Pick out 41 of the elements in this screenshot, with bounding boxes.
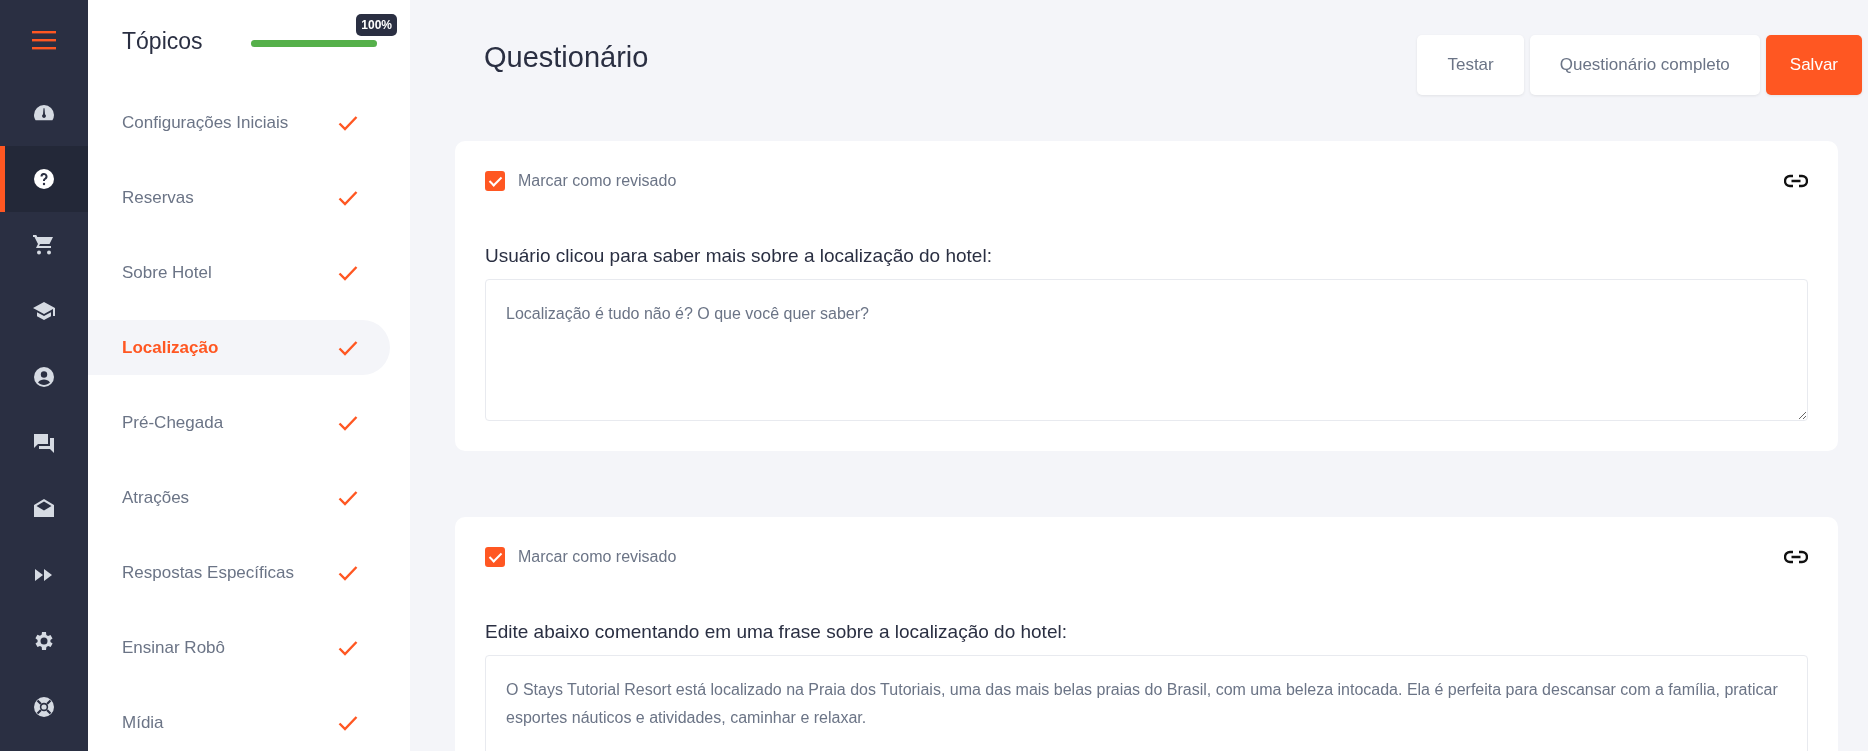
topic-item[interactable]: Sobre Hotel <box>88 245 390 300</box>
question-label: Edite abaixo comentando em uma frase sobre a localização do hotel: <box>485 621 1068 643</box>
topic-item[interactable]: Atrações <box>88 470 390 525</box>
check-icon <box>338 564 358 581</box>
action-button[interactable]: Questionário completo <box>1529 35 1760 95</box>
check-icon <box>338 714 358 731</box>
graduation-cap-icon[interactable] <box>32 299 56 323</box>
review-label: Marcar como revisado <box>518 548 677 566</box>
link-icon[interactable] <box>1784 550 1808 564</box>
cart-icon[interactable] <box>32 233 56 257</box>
topic-item[interactable]: Configurações Iniciais <box>88 95 390 150</box>
check-icon <box>338 489 358 506</box>
check-icon <box>338 639 358 656</box>
lifebuoy-icon[interactable] <box>32 695 56 719</box>
topic-item[interactable]: Reservas <box>88 170 390 225</box>
menu-icon[interactable] <box>32 30 56 50</box>
answer-field[interactable]: Localização é tudo não é? O que você quer saber? <box>485 279 1808 421</box>
topic-item[interactable]: Respostas Específicas <box>88 545 390 600</box>
answer-field[interactable]: O Stays Tutorial Resort está localizado na Praia dos Tutoriais, uma das mais belas praias do Brasil, com uma beleza intocada. Ela é perfeita para descansar com a família, praticar esportes náuticos e atividades, caminhar e relaxar. <box>485 655 1808 751</box>
help-icon[interactable] <box>32 167 56 191</box>
chat-icon[interactable] <box>32 431 56 455</box>
progress-tooltip: 100% <box>356 14 397 36</box>
save-button[interactable]: Salvar <box>1765 35 1862 95</box>
topics-title: Tópicos <box>122 28 203 56</box>
check-icon <box>338 114 358 131</box>
topic-item[interactable]: Mídia <box>88 695 390 750</box>
topic-item[interactable]: Ensinar Robô <box>88 620 390 675</box>
link-icon[interactable] <box>1784 174 1808 188</box>
topic-item[interactable]: Localização <box>88 320 390 375</box>
action-button[interactable]: Testar <box>1417 35 1524 95</box>
review-label: Marcar como revisado <box>518 172 677 190</box>
question-label: Usuário clicou para saber mais sobre a localização do hotel: <box>485 245 993 267</box>
account-icon[interactable] <box>32 365 56 389</box>
check-icon <box>338 264 358 281</box>
checkbox[interactable] <box>485 547 505 567</box>
check-icon <box>338 414 358 431</box>
checkbox[interactable] <box>485 171 505 191</box>
topic-item[interactable]: Pré-Chegada <box>88 395 390 450</box>
check-icon <box>338 339 358 356</box>
check-icon <box>338 189 358 206</box>
page-title: Questionário <box>484 41 649 74</box>
